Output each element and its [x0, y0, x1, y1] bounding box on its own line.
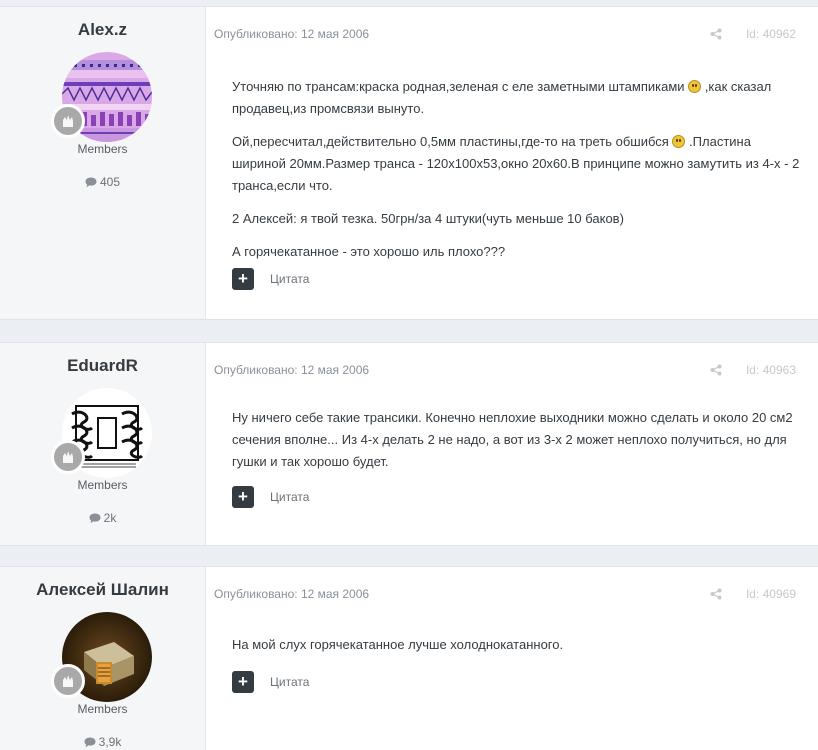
paragraph: На мой слух горячекатанное лучше холодно…	[232, 637, 564, 652]
paragraph: Уточняю по трансам:краска родная,зеленая…	[232, 76, 804, 120]
post-count-value: 3,9k	[98, 735, 122, 749]
quote-button[interactable]: Цитата	[270, 272, 309, 286]
post-count: 3,9k	[0, 735, 205, 750]
post-content: Уточняю по трансам:краска родная,зеленая…	[232, 76, 804, 274]
author-panel: Алексей Шалин Members 3,9k	[0, 567, 206, 750]
post-content: На мой слух горячекатанное лучше холодно…	[232, 634, 804, 667]
smiley-icon	[688, 80, 702, 93]
member-group: Members	[77, 142, 128, 156]
quote-button[interactable]: Цитата	[270, 675, 309, 689]
member-group: Members	[77, 702, 128, 716]
post-actions: + Цитата	[232, 671, 309, 693]
author-name[interactable]: EduardR	[0, 356, 205, 376]
share-icon[interactable]	[710, 27, 722, 45]
reputation-plus-button[interactable]: +	[232, 268, 254, 290]
rank-badge-icon	[51, 104, 85, 138]
post-body: Опубликовано: 12 мая 2006 Id: 40963 Ну н…	[206, 343, 818, 545]
post-count: 2k	[0, 511, 205, 527]
rank-badge-icon	[51, 440, 85, 474]
member-group: Members	[77, 478, 128, 492]
share-icon[interactable]	[710, 363, 722, 381]
paragraph: Ну ничего себе такие трансики. Конечно н…	[232, 410, 793, 469]
author-panel: Alex.z Members 405	[0, 7, 206, 319]
paragraph: А горячекатанное - это хорошо иль плохо?…	[232, 244, 506, 259]
comment-icon	[84, 737, 96, 750]
post-content: Ну ничего себе такие трансики. Конечно н…	[232, 407, 804, 484]
comment-icon	[85, 177, 97, 191]
post-actions: + Цитата	[232, 486, 309, 508]
author-name[interactable]: Alex.z	[0, 20, 205, 40]
post-date[interactable]: Опубликовано: 12 мая 2006	[214, 27, 369, 41]
post-date[interactable]: Опубликовано: 12 мая 2006	[214, 587, 369, 601]
paragraph: Ой,пересчитал,действительно 0,5мм пласти…	[232, 131, 804, 197]
post-count: 405	[0, 175, 205, 191]
post-count-value: 2k	[103, 511, 117, 525]
author-name[interactable]: Алексей Шалин	[0, 580, 205, 600]
post-date[interactable]: Опубликовано: 12 мая 2006	[214, 363, 369, 377]
reputation-plus-button[interactable]: +	[232, 486, 254, 508]
post-id: Id: 40963	[745, 363, 796, 377]
share-icon[interactable]	[710, 587, 722, 605]
quote-button[interactable]: Цитата	[270, 490, 309, 504]
post: Алексей Шалин Members 3,9k Опубликовано:…	[0, 566, 818, 750]
post-body: Опубликовано: 12 мая 2006 Id: 40969 На м…	[206, 567, 818, 750]
reputation-plus-button[interactable]: +	[232, 671, 254, 693]
post-id: Id: 40969	[745, 587, 796, 601]
post-actions: + Цитата	[232, 268, 309, 290]
post: EduardR Members 2k Опубликовано: 12 мая …	[0, 342, 818, 546]
post-count-value: 405	[99, 175, 121, 189]
text: Уточняю по трансам:краска родная,зеленая…	[232, 79, 685, 94]
text: Ой,пересчитал,действительно 0,5мм пласти…	[232, 134, 669, 149]
post: Alex.z Members 405 Опубликовано: 12 мая …	[0, 6, 818, 320]
smiley-icon	[672, 135, 686, 148]
paragraph: 2 Алексей: я твой тезка. 50грн/за 4 штук…	[232, 211, 624, 226]
post-id: Id: 40962	[745, 27, 796, 41]
author-panel: EduardR Members 2k	[0, 343, 206, 545]
post-body: Опубликовано: 12 мая 2006 Id: 40962 Уточ…	[206, 7, 818, 319]
comment-icon	[89, 513, 101, 527]
rank-badge-icon	[51, 664, 85, 698]
